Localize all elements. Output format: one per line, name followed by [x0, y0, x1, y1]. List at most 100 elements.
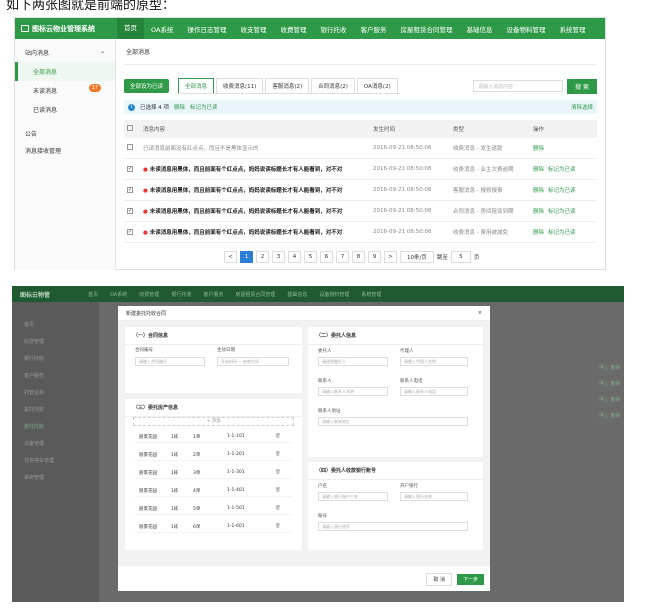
contact-input[interactable]: 请输入联系人名称 [318, 387, 388, 396]
delete-link[interactable]: 删除 [533, 146, 544, 152]
search-input[interactable]: 请输入消息内容 [473, 80, 564, 92]
next-step-button[interactable]: 下一步 [456, 573, 484, 585]
nav-item[interactable]: 基础信息 [281, 291, 313, 298]
nav-item[interactable]: 基础信息 [459, 24, 499, 34]
nav-item[interactable]: 系统管理 [355, 291, 387, 298]
page-button[interactable]: 2 [256, 251, 269, 263]
select-all-checkbox[interactable] [127, 125, 133, 131]
bulk-mark-read-link[interactable]: 标记为已读 [190, 103, 218, 111]
page-button[interactable]: 7 [336, 251, 349, 263]
nav-item[interactable]: 客户服务 [353, 24, 393, 34]
nav-item[interactable]: 系统管理 [552, 24, 592, 34]
sidebar-item[interactable]: 托管业务 [12, 384, 99, 401]
trash-icon[interactable]: 🗑 [275, 470, 281, 475]
trash-icon[interactable]: 🗑 [275, 506, 281, 511]
sidebar-item[interactable]: 客户服务 [12, 367, 99, 384]
row-checkbox[interactable]: ✓ [127, 208, 133, 214]
table-row[interactable]: ✓ ● 未读消息用黑体，而且前面有个红点点，妈妈说读标题长才有人能看到，对不对 20… [124, 158, 597, 180]
close-icon[interactable]: × [478, 310, 482, 316]
sidebar-item-read[interactable]: 已读消息 [15, 100, 115, 119]
row-checkbox[interactable]: ✓ [127, 166, 133, 172]
nav-item[interactable]: 银行托收 [165, 291, 197, 298]
next-page-button[interactable]: > [384, 251, 397, 263]
page-button[interactable]: 9 [368, 251, 381, 263]
agent-input[interactable]: 请输入代理人名称 [400, 357, 468, 366]
trash-icon[interactable]: 🗑 [275, 434, 281, 439]
mark-all-read-button[interactable]: 全部设为已读 [124, 79, 170, 93]
nav-item[interactable]: 操作日志管理 [180, 24, 233, 34]
sidebar-item[interactable]: 任务停车管理 [12, 452, 99, 469]
account-no-input[interactable]: 请输入银行账号 [318, 522, 468, 531]
nav-item[interactable]: 银行托收 [313, 24, 353, 34]
nav-item[interactable]: OA系统 [144, 24, 180, 34]
sidebar-item[interactable]: 首页 [12, 316, 99, 333]
sidebar-item[interactable]: 设备管理 [12, 435, 99, 452]
tab-all[interactable]: 全部消息 [178, 78, 215, 93]
sidebar-item-receive-settings[interactable]: 消息接收管理 [15, 142, 115, 159]
sidebar-item-active[interactable]: 委托托收 [12, 418, 99, 435]
trash-icon[interactable]: 🗑 [275, 488, 281, 493]
table-row[interactable]: ✓ ● 未读消息用黑体，而且前面有个红点点，妈妈说读标题长才有人能看到，对不对 20… [124, 221, 597, 243]
nav-item[interactable]: 收费管理 [133, 291, 165, 298]
row-checkbox[interactable]: ✓ [127, 187, 133, 193]
delete-link[interactable]: 删除 [611, 413, 621, 419]
goto-page-input[interactable]: 5 [450, 251, 471, 263]
page-button[interactable]: 3 [272, 251, 285, 263]
mark-read-link[interactable]: 标记为已读 [548, 230, 576, 236]
page-size-select[interactable]: 10条/页 [400, 251, 434, 263]
contract-no-input[interactable]: 请输入合同编号 [135, 357, 205, 366]
search-button[interactable]: 搜 索 [567, 78, 597, 94]
clear-selection-link[interactable]: 清除选择 [571, 103, 593, 111]
row-checkbox[interactable] [127, 144, 133, 150]
trash-icon[interactable]: 🗑 [275, 524, 281, 529]
stop-link[interactable]: 停止 [599, 413, 609, 419]
sidebar-item[interactable]: 收费管理 [12, 333, 99, 350]
delete-link[interactable]: 删除 [533, 209, 544, 215]
phone-input[interactable]: 请输入联系人电话 [400, 387, 468, 396]
row-checkbox[interactable]: ✓ [127, 229, 133, 235]
stop-link[interactable]: 停止 [599, 397, 609, 403]
stop-link[interactable]: 停止 [599, 381, 609, 387]
cancel-button[interactable]: 取 消 [426, 572, 452, 586]
mark-read-link[interactable]: 标记为已读 [548, 209, 576, 215]
delete-link[interactable]: 删除 [611, 397, 621, 403]
nav-item[interactable]: 设备物料管理 [499, 24, 552, 34]
tab-fee[interactable]: 收费消息(11) [216, 78, 264, 93]
tab-oa[interactable]: OA消息(2) [356, 78, 398, 93]
sidebar-item-all[interactable]: 全部消息 [15, 62, 115, 81]
nav-item[interactable]: 设备物料管理 [313, 291, 355, 298]
date-range-input[interactable]: 开始时间 ~ 结束时间 [217, 357, 289, 366]
sidebar-item[interactable]: 银行托收 [12, 350, 99, 367]
nav-item[interactable]: 收支管理 [233, 24, 273, 34]
tab-service[interactable]: 客服消息(2) [265, 78, 310, 93]
bulk-delete-link[interactable]: 删除 [174, 103, 185, 111]
delete-link[interactable]: 删除 [611, 381, 621, 387]
nav-item[interactable]: 客户服务 [197, 291, 229, 298]
mark-read-link[interactable]: 标记为已读 [548, 167, 576, 173]
bank-name-input[interactable]: 请输入银行名称 [400, 492, 468, 501]
address-input[interactable]: 请输入联系地址 [318, 417, 468, 426]
mark-read-link[interactable]: 标记为已读 [548, 188, 576, 194]
nav-item[interactable]: 首页 [82, 291, 104, 298]
client-select[interactable]: 请选择委托人 [318, 357, 388, 366]
prev-page-button[interactable]: < [224, 251, 237, 263]
add-property-button[interactable]: + 添加 [133, 417, 294, 426]
table-row[interactable]: 已读消息前面没有红点点，而且不是黑体显示的 2016-09-21 08:50:08… [124, 138, 597, 159]
nav-item[interactable]: 房屋租赁合同管理 [393, 24, 459, 34]
delete-link[interactable]: 删除 [611, 365, 621, 371]
trash-icon[interactable]: 🗑 [275, 452, 281, 457]
delete-link[interactable]: 删除 [533, 167, 544, 173]
account-name-input[interactable]: 请输入银行账户户名 [318, 492, 388, 501]
page-button[interactable]: 6 [320, 251, 333, 263]
sidebar-group-messages[interactable]: 站内消息 ⌄ [15, 39, 115, 62]
sidebar-item-notice[interactable]: 公告 [15, 119, 115, 142]
nav-item[interactable]: 收费管理 [273, 24, 313, 34]
sidebar-item[interactable]: 系统管理 [12, 469, 99, 486]
delete-link[interactable]: 删除 [533, 230, 544, 236]
page-button[interactable]: 5 [304, 251, 317, 263]
page-button[interactable]: 1 [240, 251, 253, 263]
nav-item[interactable]: OA系统 [104, 291, 133, 298]
sidebar-item-unread[interactable]: 未读消息 17 [15, 81, 115, 100]
page-button[interactable]: 8 [352, 251, 365, 263]
table-row[interactable]: ✓ ● 未读消息用黑体，而且前面有个红点点，妈妈说读标题长才有人能看到，对不对 20… [124, 200, 597, 222]
